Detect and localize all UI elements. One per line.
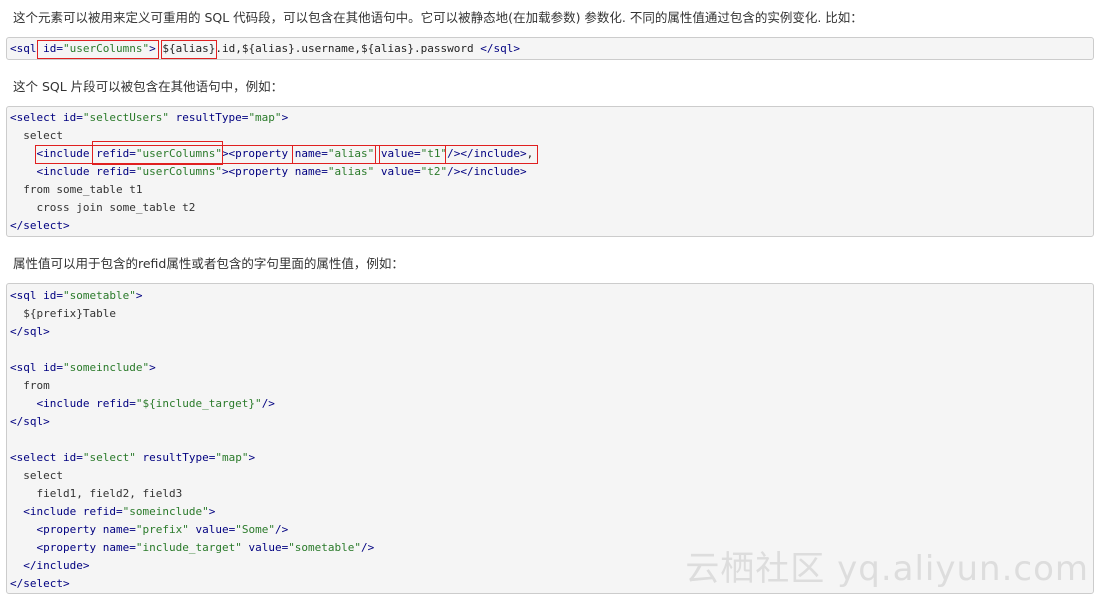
code-line: from: [10, 379, 50, 392]
code-line: <property name="include_target" value="s…: [36, 541, 375, 554]
code-line: <sql id="someinclude">: [10, 361, 156, 374]
code-line: cross join some_table t2: [10, 201, 196, 214]
code-line: field1, field2, field3: [10, 487, 183, 500]
code-line: ${prefix}Table: [10, 307, 116, 320]
attribute-paragraph: 属性值可以用于包含的refid属性或者包含的字句里面的属性值，例如：: [13, 256, 404, 271]
code-line: </sql>: [10, 415, 50, 428]
code-line: <include refid="${include_target}"/>: [36, 397, 275, 410]
code-line: <property name="prefix" value="Some"/>: [36, 523, 289, 536]
highlight-box-refid: [92, 141, 223, 165]
highlight-box-value: [379, 145, 446, 164]
highlight-box-name: [292, 145, 376, 164]
code-line: <select id="selectUsers" resultType="map…: [10, 111, 289, 124]
highlight-box-alias: [161, 40, 217, 59]
code-line: </sql>: [10, 325, 50, 338]
highlight-box-id: [37, 40, 159, 59]
code-line: <include refid="someinclude">: [23, 505, 216, 518]
watermark: 云栖社区 yq.aliyun.com: [685, 549, 1089, 589]
intro-paragraph: 这个元素可以被用来定义可重用的 SQL 代码段，可以包含在其他语句中。它可以被静…: [13, 10, 863, 25]
code-line: select: [10, 129, 63, 142]
code-block-select-users: <select id="selectUsers" resultType="map…: [6, 106, 1094, 237]
code-line: </select>: [10, 577, 70, 590]
include-paragraph: 这个 SQL 片段可以被包含在其他语句中，例如：: [13, 79, 284, 94]
code-line: </include>: [23, 559, 90, 572]
code-line: <select id="select" resultType="map">: [10, 451, 256, 464]
code-block-sql-definition: <sql id="userColumns"> ${alias}.id,${ali…: [6, 37, 1094, 60]
code-line: select: [10, 469, 63, 482]
code-line: </select>: [10, 219, 70, 232]
code-line: <sql id="sometable">: [10, 289, 143, 302]
code-line: from some_table t1: [10, 183, 143, 196]
code-line: <include refid="userColumns"><property n…: [36, 165, 527, 178]
